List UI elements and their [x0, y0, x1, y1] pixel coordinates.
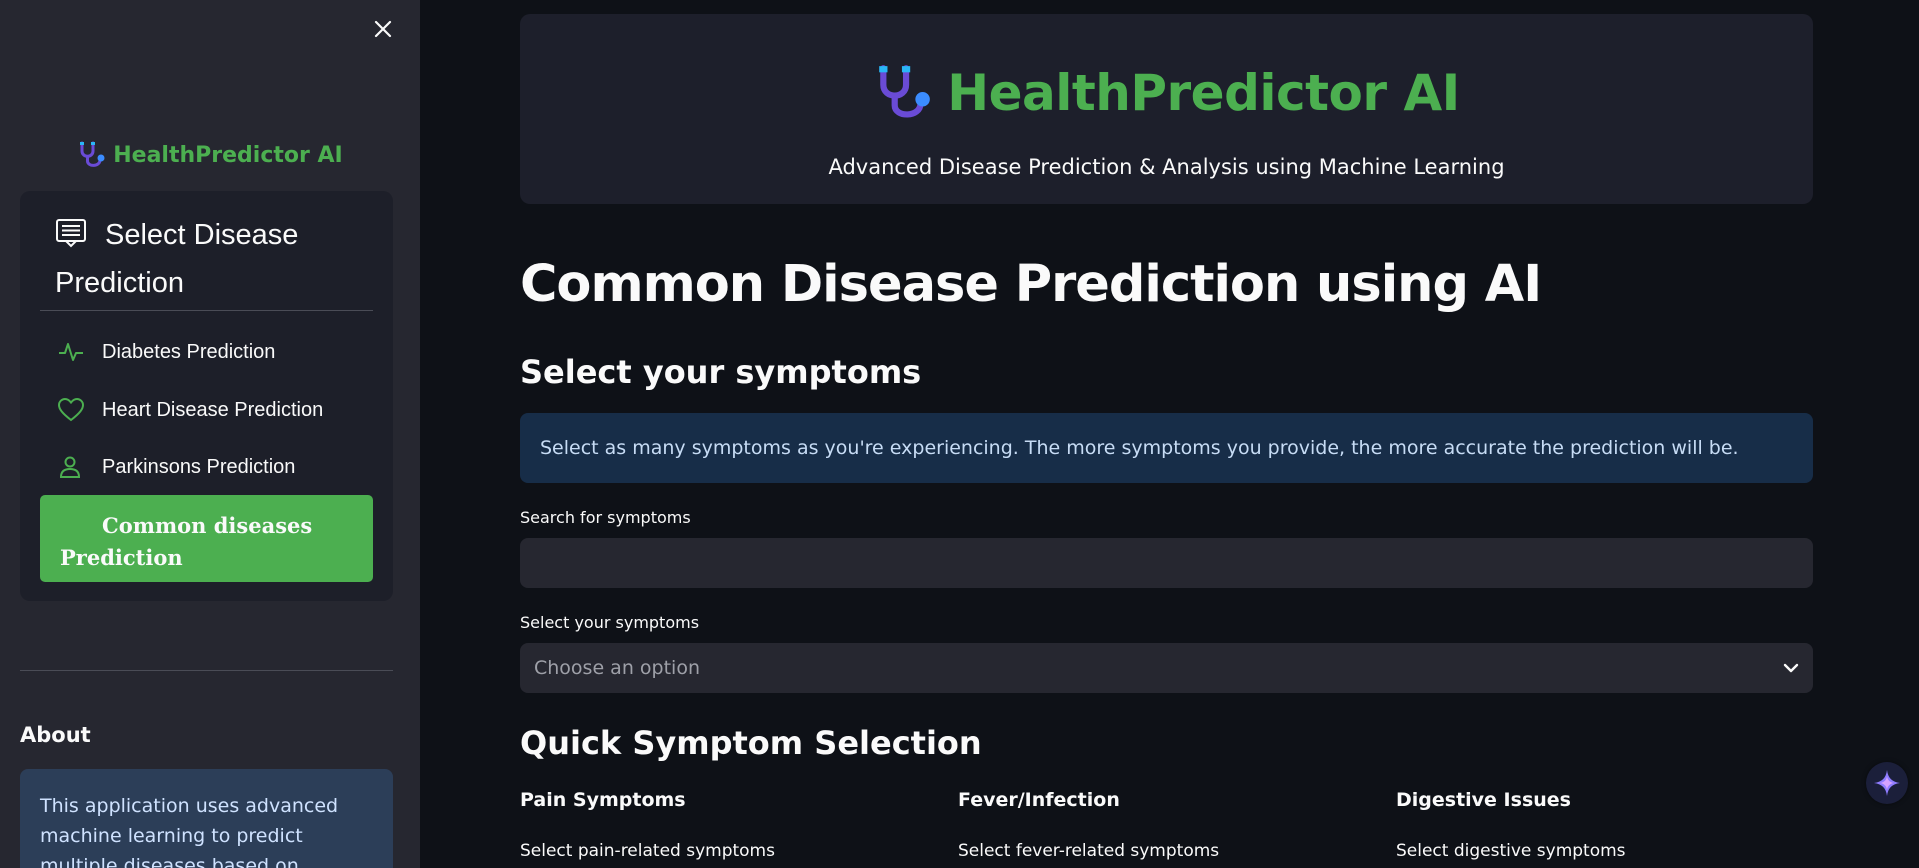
- activity-icon: [58, 341, 88, 363]
- menu-item-diabetes[interactable]: Diabetes Prediction: [40, 328, 373, 376]
- menu-item-common-diseases[interactable]: Common diseases Prediction: [40, 495, 373, 582]
- info-text: Select as many symptoms as you're experi…: [540, 437, 1739, 459]
- heart-icon: [58, 398, 88, 422]
- select-placeholder: Choose an option: [534, 657, 700, 679]
- search-label: Search for symptoms: [520, 508, 691, 527]
- pain-symptoms-heading: Pain Symptoms: [520, 789, 686, 811]
- close-sidebar-button[interactable]: [370, 16, 396, 42]
- menu-title: Select Disease Prediction: [55, 213, 375, 305]
- fever-symptoms-label: Select fever-related symptoms: [958, 841, 1220, 861]
- sparkle-icon: [1874, 770, 1900, 796]
- stethoscope-icon: [80, 141, 105, 167]
- sidebar-brand-title: HealthPredictor AI: [113, 142, 343, 168]
- menu-title-text: Select Disease Prediction: [55, 219, 299, 299]
- menu-item-label: Common diseases Prediction: [60, 513, 313, 570]
- header-title-row: HealthPredictor AI: [520, 64, 1813, 122]
- chevron-down-icon: [1783, 663, 1799, 673]
- sidebar-divider: [20, 670, 393, 671]
- symptom-multiselect[interactable]: Choose an option: [520, 643, 1813, 693]
- pain-symptoms-label: Select pain-related symptoms: [520, 841, 775, 861]
- about-heading: About: [20, 723, 91, 747]
- symptom-search-input[interactable]: [520, 538, 1813, 588]
- sidebar: HealthPredictor AI Select Disease Predic…: [0, 0, 420, 868]
- digestive-issues-heading: Digestive Issues: [1396, 789, 1571, 811]
- disease-menu: Select Disease Prediction Diabetes Predi…: [20, 191, 393, 601]
- app-title: HealthPredictor AI: [947, 64, 1460, 122]
- menu-item-label: Diabetes Prediction: [102, 340, 276, 363]
- person-icon: [58, 455, 88, 479]
- menu-divider: [40, 310, 373, 311]
- page-title: Common Disease Prediction using AI: [520, 255, 1542, 314]
- symptoms-heading: Select your symptoms: [520, 353, 922, 391]
- stethoscope-icon: [879, 65, 931, 118]
- select-label: Select your symptoms: [520, 613, 700, 632]
- menu-item-label: Heart Disease Prediction: [102, 398, 324, 421]
- menu-item-heart-disease[interactable]: Heart Disease Prediction: [40, 386, 373, 434]
- about-box: This application uses advanced machine l…: [20, 769, 393, 868]
- sidebar-brand: HealthPredictor AI: [0, 141, 420, 169]
- digestive-symptoms-label: Select digestive symptoms: [1396, 841, 1626, 861]
- close-icon: [374, 20, 392, 38]
- quick-selection-heading: Quick Symptom Selection: [520, 724, 982, 762]
- main-content: HealthPredictor AI Advanced Disease Pred…: [420, 0, 1919, 868]
- fever-infection-heading: Fever/Infection: [958, 789, 1120, 811]
- header-banner: HealthPredictor AI Advanced Disease Pred…: [520, 14, 1813, 204]
- list-icon: [55, 217, 87, 261]
- assistant-button[interactable]: [1866, 762, 1908, 804]
- menu-item-parkinsons[interactable]: Parkinsons Prediction: [40, 443, 373, 491]
- info-alert: Select as many symptoms as you're experi…: [520, 413, 1813, 483]
- menu-item-label: Parkinsons Prediction: [102, 455, 296, 478]
- app-subtitle: Advanced Disease Prediction & Analysis u…: [828, 155, 1505, 179]
